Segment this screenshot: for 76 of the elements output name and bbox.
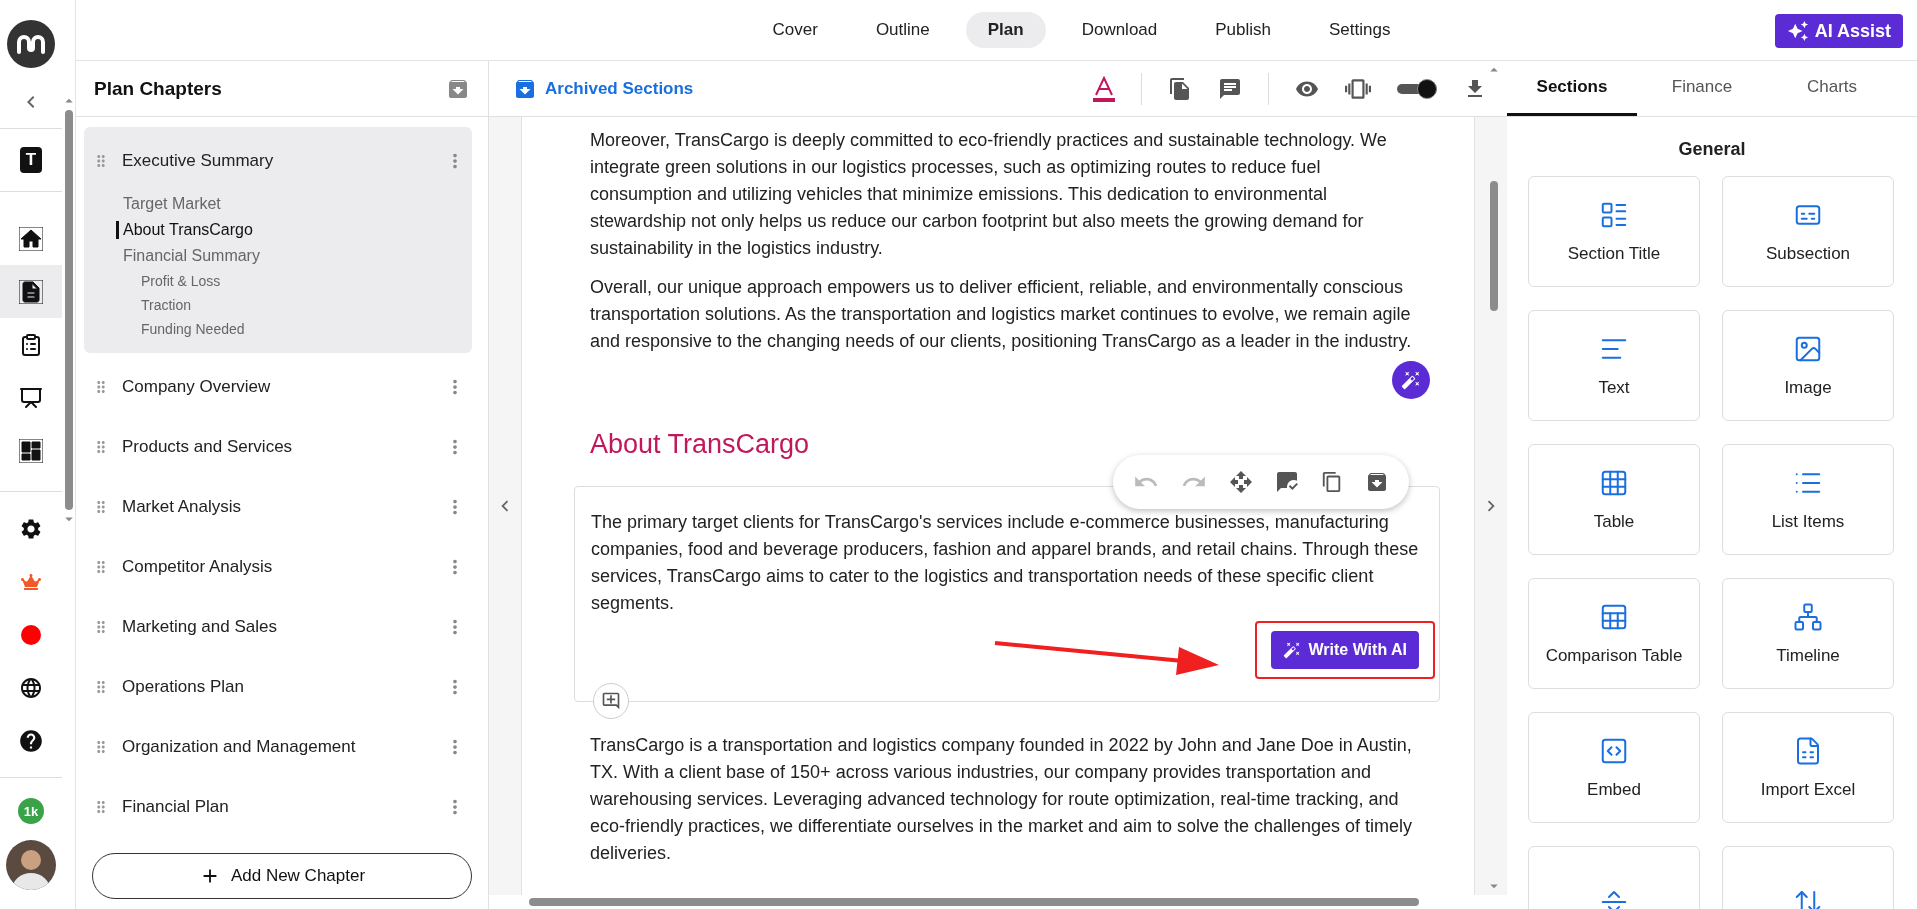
globe-icon[interactable] <box>19 675 43 700</box>
ai-assist-button[interactable]: AI Assist <box>1774 14 1903 48</box>
paragraph: Moreover, TransCargo is deeply committed to eco-friendly practices and sustainable technology. We integrate green solutions in our logistics processes, such as optimizing routes to reduce fuel consumption and utilizing vehicles that minimize emissions. This dedication to environmental stewardship not only helps us reduce our carbon footprint but also meets the growing demand for sustainability in the logistics industry. <box>590 129 1388 260</box>
add-comment-icon <box>601 691 621 711</box>
presentation-icon <box>19 385 43 410</box>
magic-wand-icon <box>1283 641 1302 659</box>
block-tile[interactable]: Subsection <box>1722 176 1894 287</box>
comment-icon[interactable] <box>1218 76 1242 101</box>
sparkles-icon <box>1786 20 1809 42</box>
scrollbar-thumb[interactable] <box>529 898 1419 906</box>
block-tile[interactable]: Text <box>1528 310 1700 421</box>
copy-icon[interactable] <box>1321 471 1343 493</box>
block-tile[interactable]: Timeline <box>1722 578 1894 689</box>
nav-button[interactable] <box>0 265 62 318</box>
section-link[interactable]: Traction <box>134 297 192 313</box>
workspace-badge[interactable]: T <box>20 147 42 173</box>
block-tile[interactable]: Import Excel <box>1722 712 1894 823</box>
nav-tab[interactable]: Publish <box>1193 12 1294 48</box>
app-logo[interactable] <box>7 20 55 68</box>
avatar[interactable] <box>6 840 56 890</box>
block-tile[interactable]: Embed <box>1528 712 1700 823</box>
scrollbar-thumb[interactable] <box>1490 181 1498 311</box>
nav-tab[interactable]: Settings <box>1307 12 1413 48</box>
chapter-title[interactable]: Executive Summary <box>122 151 432 171</box>
chapter-title[interactable]: Operations Plan <box>122 677 432 697</box>
text-color-icon[interactable] <box>1093 75 1115 102</box>
timeline-icon <box>1793 601 1823 632</box>
add-chapter-button[interactable]: Add New Chapter <box>92 853 472 899</box>
settings-icon[interactable] <box>19 516 43 541</box>
paragraph: Overall, our unique approach empowers us to deliver efficient, reliable, and environmentally conscious transportation solutions. As the transportation and logistics market continues to evolve, we remain agile and responsive to the changing needs of our clients, positioning TransCargo as a leader in the industry. <box>590 276 1413 353</box>
panel-title: Plan Chapters <box>94 77 222 100</box>
record-icon[interactable] <box>21 624 41 645</box>
comment-check-icon[interactable] <box>1275 470 1299 494</box>
paragraph: TransCargo is a transportation and logistics company founded in 2022 by John and Jane Doe in Austin, TX. With a client base of 150+ across various industries, our company provides transportation and warehousing services. Leveraging advanced technology for route optimization, real-time tracking, and eco-friendly practices, we differentiate ourselves in the market and aim to solve the challenges of timely deliveries. <box>590 734 1414 865</box>
magic-wand-icon <box>1401 370 1421 390</box>
chapter-title[interactable]: Products and Services <box>122 437 432 457</box>
section-link[interactable]: Financial Summary <box>116 247 260 265</box>
chapter-title[interactable]: Financial Plan <box>122 797 432 817</box>
section-link[interactable]: About TransCargo <box>116 221 253 239</box>
chapter-title[interactable]: Organization and Management <box>122 737 432 757</box>
add-comment-button[interactable] <box>593 683 629 719</box>
group-title: General <box>1677 139 1747 160</box>
block-tile[interactable]: Comparison Table <box>1528 578 1700 689</box>
block-tile[interactable]: Table <box>1528 444 1700 555</box>
panel-tab[interactable]: Sections <box>1507 61 1637 116</box>
paragraph: The primary target clients for TransCargo's services include e-commerce businesses, manufacturing companies, food and beverage producers, fashion and apparel brands, and retail chains. Through these services, TransCargo aims to cater to the logistics and transportation needs of these specific client segments. <box>591 511 1420 615</box>
section-heading: About TransCargo <box>590 429 811 460</box>
preview-switch[interactable] <box>1397 77 1437 100</box>
archive-icon[interactable] <box>1365 470 1389 494</box>
scrollbar-thumb[interactable] <box>65 110 73 510</box>
chapter-title[interactable]: Market Analysis <box>122 497 432 517</box>
dashboard-icon <box>19 438 43 463</box>
nav-tab[interactable]: Cover <box>750 12 840 48</box>
nav-tab[interactable]: Download <box>1059 12 1180 48</box>
documents-icon[interactable] <box>1168 76 1192 101</box>
section-link[interactable]: Target Market <box>116 195 221 213</box>
section-link[interactable]: Funding Needed <box>134 321 245 337</box>
chapter-title[interactable]: Company Overview <box>122 377 432 397</box>
crown-icon[interactable] <box>21 571 41 592</box>
help-icon[interactable] <box>18 727 44 754</box>
document-icon <box>19 279 43 304</box>
section-link[interactable]: Profit & Loss <box>134 273 221 289</box>
move-icon[interactable] <box>1229 470 1253 494</box>
panel-tab[interactable]: Charts <box>1767 61 1897 116</box>
archived-sections-link[interactable]: Archived Sections <box>513 76 694 101</box>
chapter-title[interactable]: Competitor Analysis <box>122 557 432 577</box>
nav-tab[interactable]: Outline <box>853 12 952 48</box>
write-with-ai-button[interactable]: Write With AI <box>1271 631 1419 669</box>
block-tile[interactable]: List Items <box>1722 444 1894 555</box>
nav-tab[interactable]: Plan <box>965 12 1046 48</box>
panel-tab[interactable]: Finance <box>1637 61 1767 116</box>
block-tile[interactable]: Image <box>1722 310 1894 421</box>
home-icon <box>19 226 43 251</box>
block-tile[interactable]: Section Title <box>1528 176 1700 287</box>
chapter-title[interactable]: Marketing and Sales <box>122 617 432 637</box>
ai-wand-button[interactable] <box>1392 361 1430 399</box>
